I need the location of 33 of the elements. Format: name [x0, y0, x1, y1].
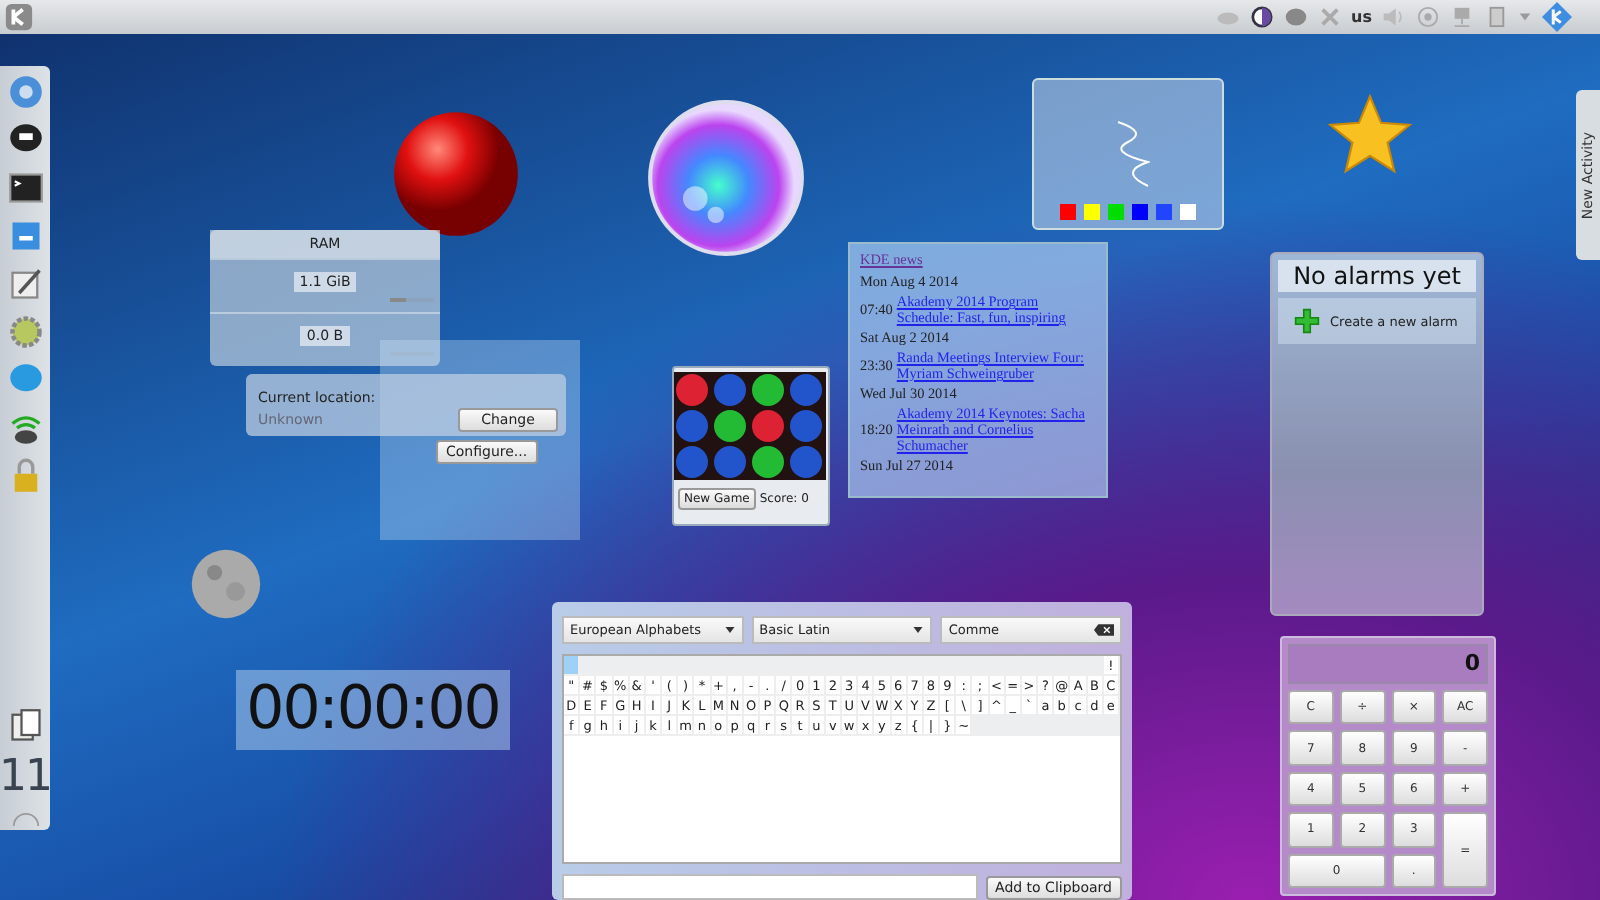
clipboard-icon[interactable] — [7, 708, 43, 744]
wifi-icon[interactable] — [7, 410, 43, 446]
selected-character-cell[interactable] — [564, 656, 581, 676]
color-swatch[interactable] — [1108, 204, 1124, 220]
kde-logo-icon[interactable] — [1542, 2, 1572, 32]
color-swatch[interactable] — [1132, 204, 1148, 220]
clear-icon[interactable] — [1094, 624, 1115, 636]
caret-icon — [723, 624, 736, 636]
panel-clock: 11 — [0, 756, 51, 800]
speaker-icon[interactable] — [1382, 6, 1406, 28]
terminal-icon[interactable] — [7, 170, 43, 206]
monitor-icon[interactable] — [1450, 6, 1474, 28]
scissors-icon[interactable] — [1317, 6, 1342, 28]
caret-icon — [912, 624, 925, 636]
stopwatch-display: 00:00:00 — [236, 670, 510, 750]
color-swatch[interactable] — [1156, 204, 1172, 220]
kde-logo-icon[interactable] — [4, 2, 34, 32]
gear-icon[interactable] — [7, 314, 43, 350]
calculator-display: 0 — [1288, 644, 1488, 684]
notepad-icon[interactable] — [7, 266, 43, 302]
alarms-title: No alarms yet — [1278, 260, 1476, 292]
panel-toolbox-icon[interactable] — [11, 812, 39, 826]
half-moon-icon[interactable] — [1249, 6, 1274, 28]
moon-drawing — [188, 546, 264, 622]
plus-icon — [1294, 308, 1320, 334]
color-swatch[interactable] — [1060, 204, 1076, 220]
keyboard-layout-indicator[interactable]: us — [1351, 8, 1372, 26]
color-swatch[interactable] — [1084, 204, 1100, 220]
text-input-field[interactable] — [562, 874, 978, 900]
color-swatch[interactable] — [1180, 204, 1196, 220]
clipboard-icon[interactable] — [1484, 6, 1508, 28]
caret-icon[interactable] — [1518, 10, 1532, 24]
glossy-ball-drawing — [392, 110, 520, 238]
